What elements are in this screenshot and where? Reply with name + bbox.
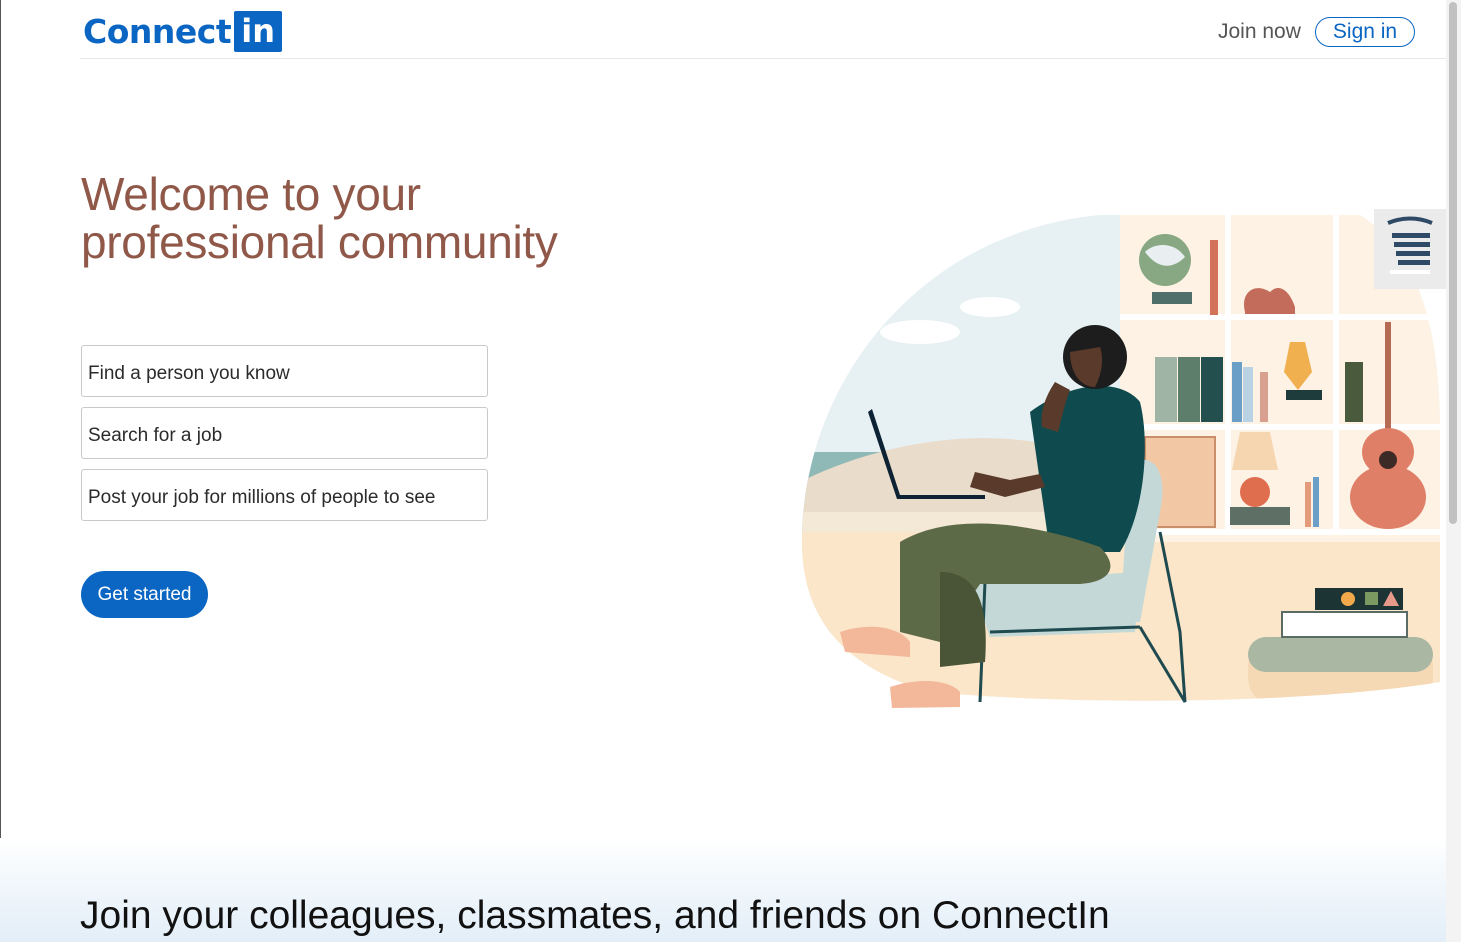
headline-line-1: Welcome to your: [81, 168, 421, 220]
post-job-option[interactable]: Post your job for millions of people to …: [81, 469, 488, 521]
top-nav: Connect in Join now Sign in: [80, 0, 1446, 59]
logo-badge: in: [234, 11, 283, 52]
logo[interactable]: Connect in: [83, 11, 283, 52]
join-now-link[interactable]: Join now: [1218, 18, 1301, 46]
side-widget[interactable]: [1374, 209, 1446, 289]
get-started-button[interactable]: Get started: [81, 571, 208, 618]
window-edge: [0, 0, 1, 942]
join-tagline: Join your colleagues, classmates, and fr…: [80, 894, 1110, 937]
scrollbar[interactable]: [1446, 0, 1461, 942]
headline-line-2: professional community: [81, 216, 558, 268]
sign-in-button[interactable]: Sign in: [1315, 17, 1415, 47]
hero-illustration: [802, 215, 1440, 708]
page-title: Welcome to your professional community: [81, 170, 641, 266]
layers-icon: [1387, 216, 1433, 274]
logo-text: Connect: [83, 12, 232, 51]
scrollbar-thumb[interactable]: [1449, 2, 1457, 524]
search-job-option[interactable]: Search for a job: [81, 407, 488, 459]
find-person-option[interactable]: Find a person you know: [81, 345, 488, 397]
